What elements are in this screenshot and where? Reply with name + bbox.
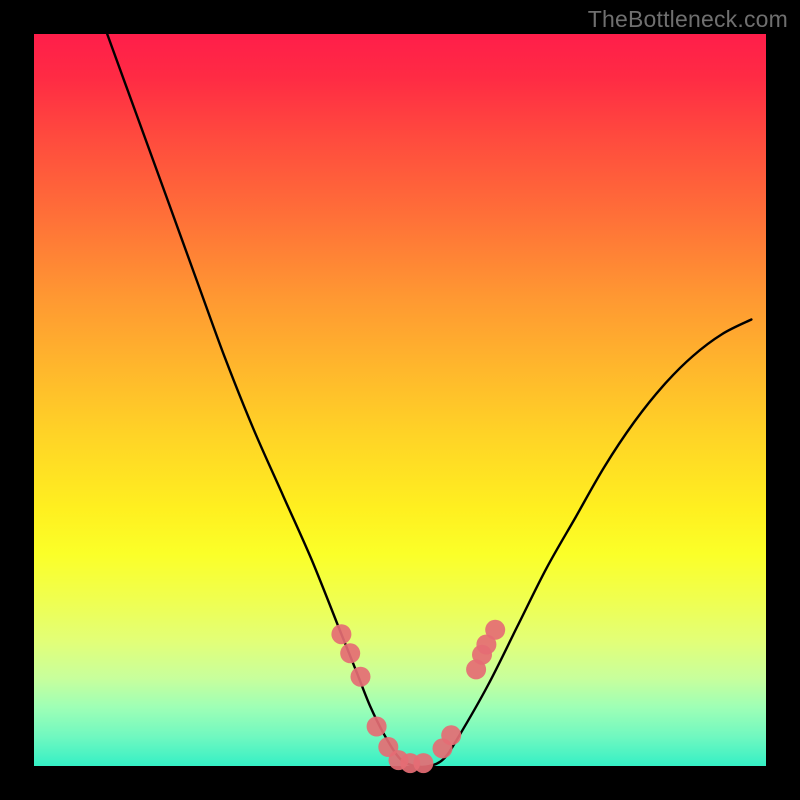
data-dot (331, 624, 351, 644)
data-dot (351, 667, 371, 687)
plot-area (34, 34, 766, 766)
data-dot (340, 643, 360, 663)
data-dot (413, 753, 433, 773)
watermark-text: TheBottleneck.com (588, 6, 788, 33)
data-dot (367, 717, 387, 737)
chart-svg (34, 34, 766, 766)
bottleneck-curve (107, 34, 751, 767)
chart-frame: TheBottleneck.com (0, 0, 800, 800)
data-dots (331, 620, 505, 773)
data-dot (441, 725, 461, 745)
data-dot (485, 620, 505, 640)
